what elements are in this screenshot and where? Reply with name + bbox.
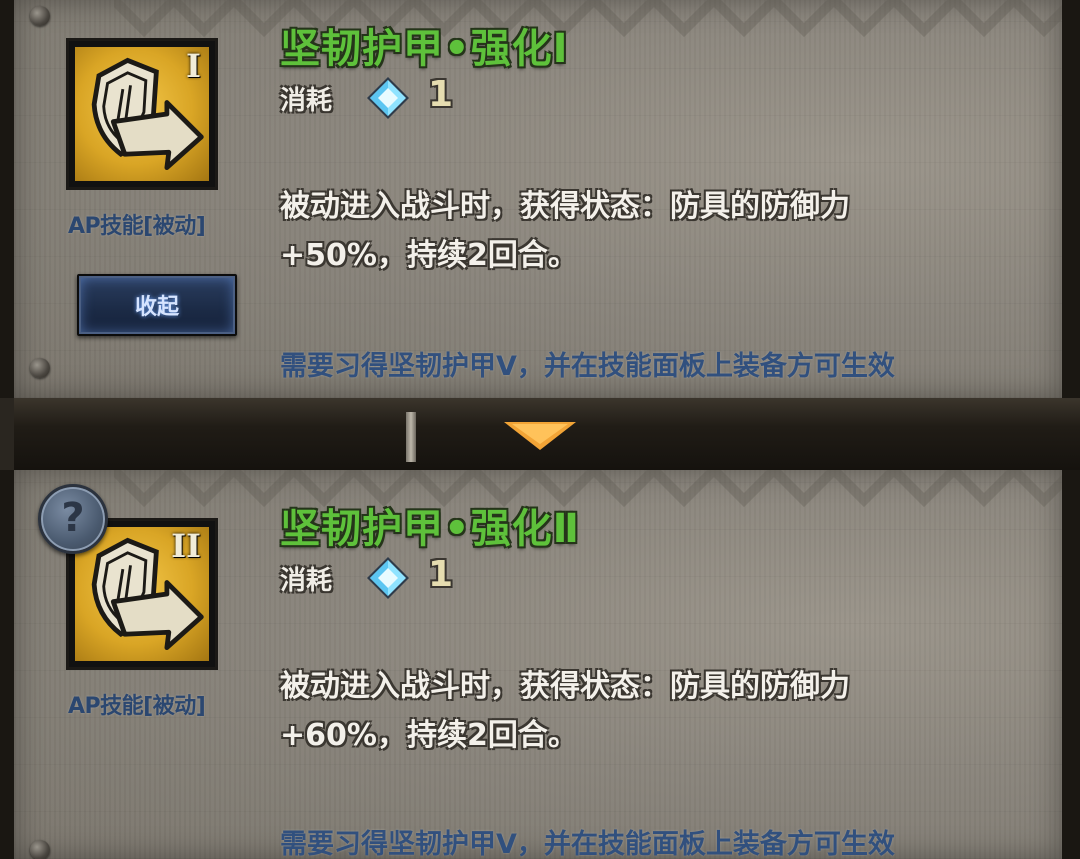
rivet-icon: [30, 840, 50, 859]
description-line-1: 被动进入战斗时，获得状态：防具的防御力: [280, 189, 850, 224]
collapse-button[interactable]: 收起: [77, 274, 237, 336]
cost-value: 1: [428, 554, 454, 595]
skill-title: 坚韧护甲•强化Ⅰ: [280, 26, 569, 72]
decorative-zigzag-border: [114, 0, 1062, 38]
decorative-zigzag-border: [114, 470, 1062, 508]
rivet-icon: [30, 6, 50, 26]
cost-label: 消耗: [280, 566, 333, 596]
divider-post: [406, 412, 416, 462]
skill-card-1: I AP技能[被动] 收起 坚韧护甲•强化Ⅰ 消耗 1 被动进入战斗时，获得状态…: [14, 0, 1062, 398]
help-question-icon[interactable]: ?: [38, 484, 108, 554]
description-line-2: +50%，持续2回合。: [280, 238, 578, 273]
skill-description: 被动进入战斗时，获得状态：防具的防御力 +60%，持续2回合。: [280, 662, 940, 760]
cost-label: 消耗: [280, 86, 333, 116]
description-line-1: 被动进入战斗时，获得状态：防具的防御力: [280, 669, 850, 704]
requirement-text: 需要习得坚韧护甲Ⅴ，并在技能面板上装备方可生效: [280, 351, 895, 382]
diamond-gem-icon: [367, 77, 409, 119]
skill-title: 坚韧护甲•强化Ⅱ: [280, 506, 580, 552]
cost-value: 1: [428, 74, 454, 115]
skill-card-2: II AP技能[被动] 坚韧护甲•强化Ⅱ 消耗 1 被动进入战斗时，获得状态：防…: [14, 470, 1062, 859]
skill-icon-tier-1: I: [66, 38, 218, 190]
skill-type-label: AP技能[被动]: [68, 694, 206, 719]
diamond-gem-icon: [367, 557, 409, 599]
skill-description: 被动进入战斗时，获得状态：防具的防御力 +50%，持续2回合。: [280, 182, 940, 280]
tier-numeral: I: [186, 47, 201, 85]
requirement-text: 需要习得坚韧护甲Ⅴ，并在技能面板上装备方可生效: [280, 829, 895, 859]
rivet-icon: [30, 358, 50, 378]
skill-type-label: AP技能[被动]: [68, 214, 206, 239]
down-arrow-icon[interactable]: [504, 422, 576, 452]
description-line-2: +60%，持续2回合。: [280, 718, 578, 753]
tier-numeral: II: [171, 527, 201, 565]
